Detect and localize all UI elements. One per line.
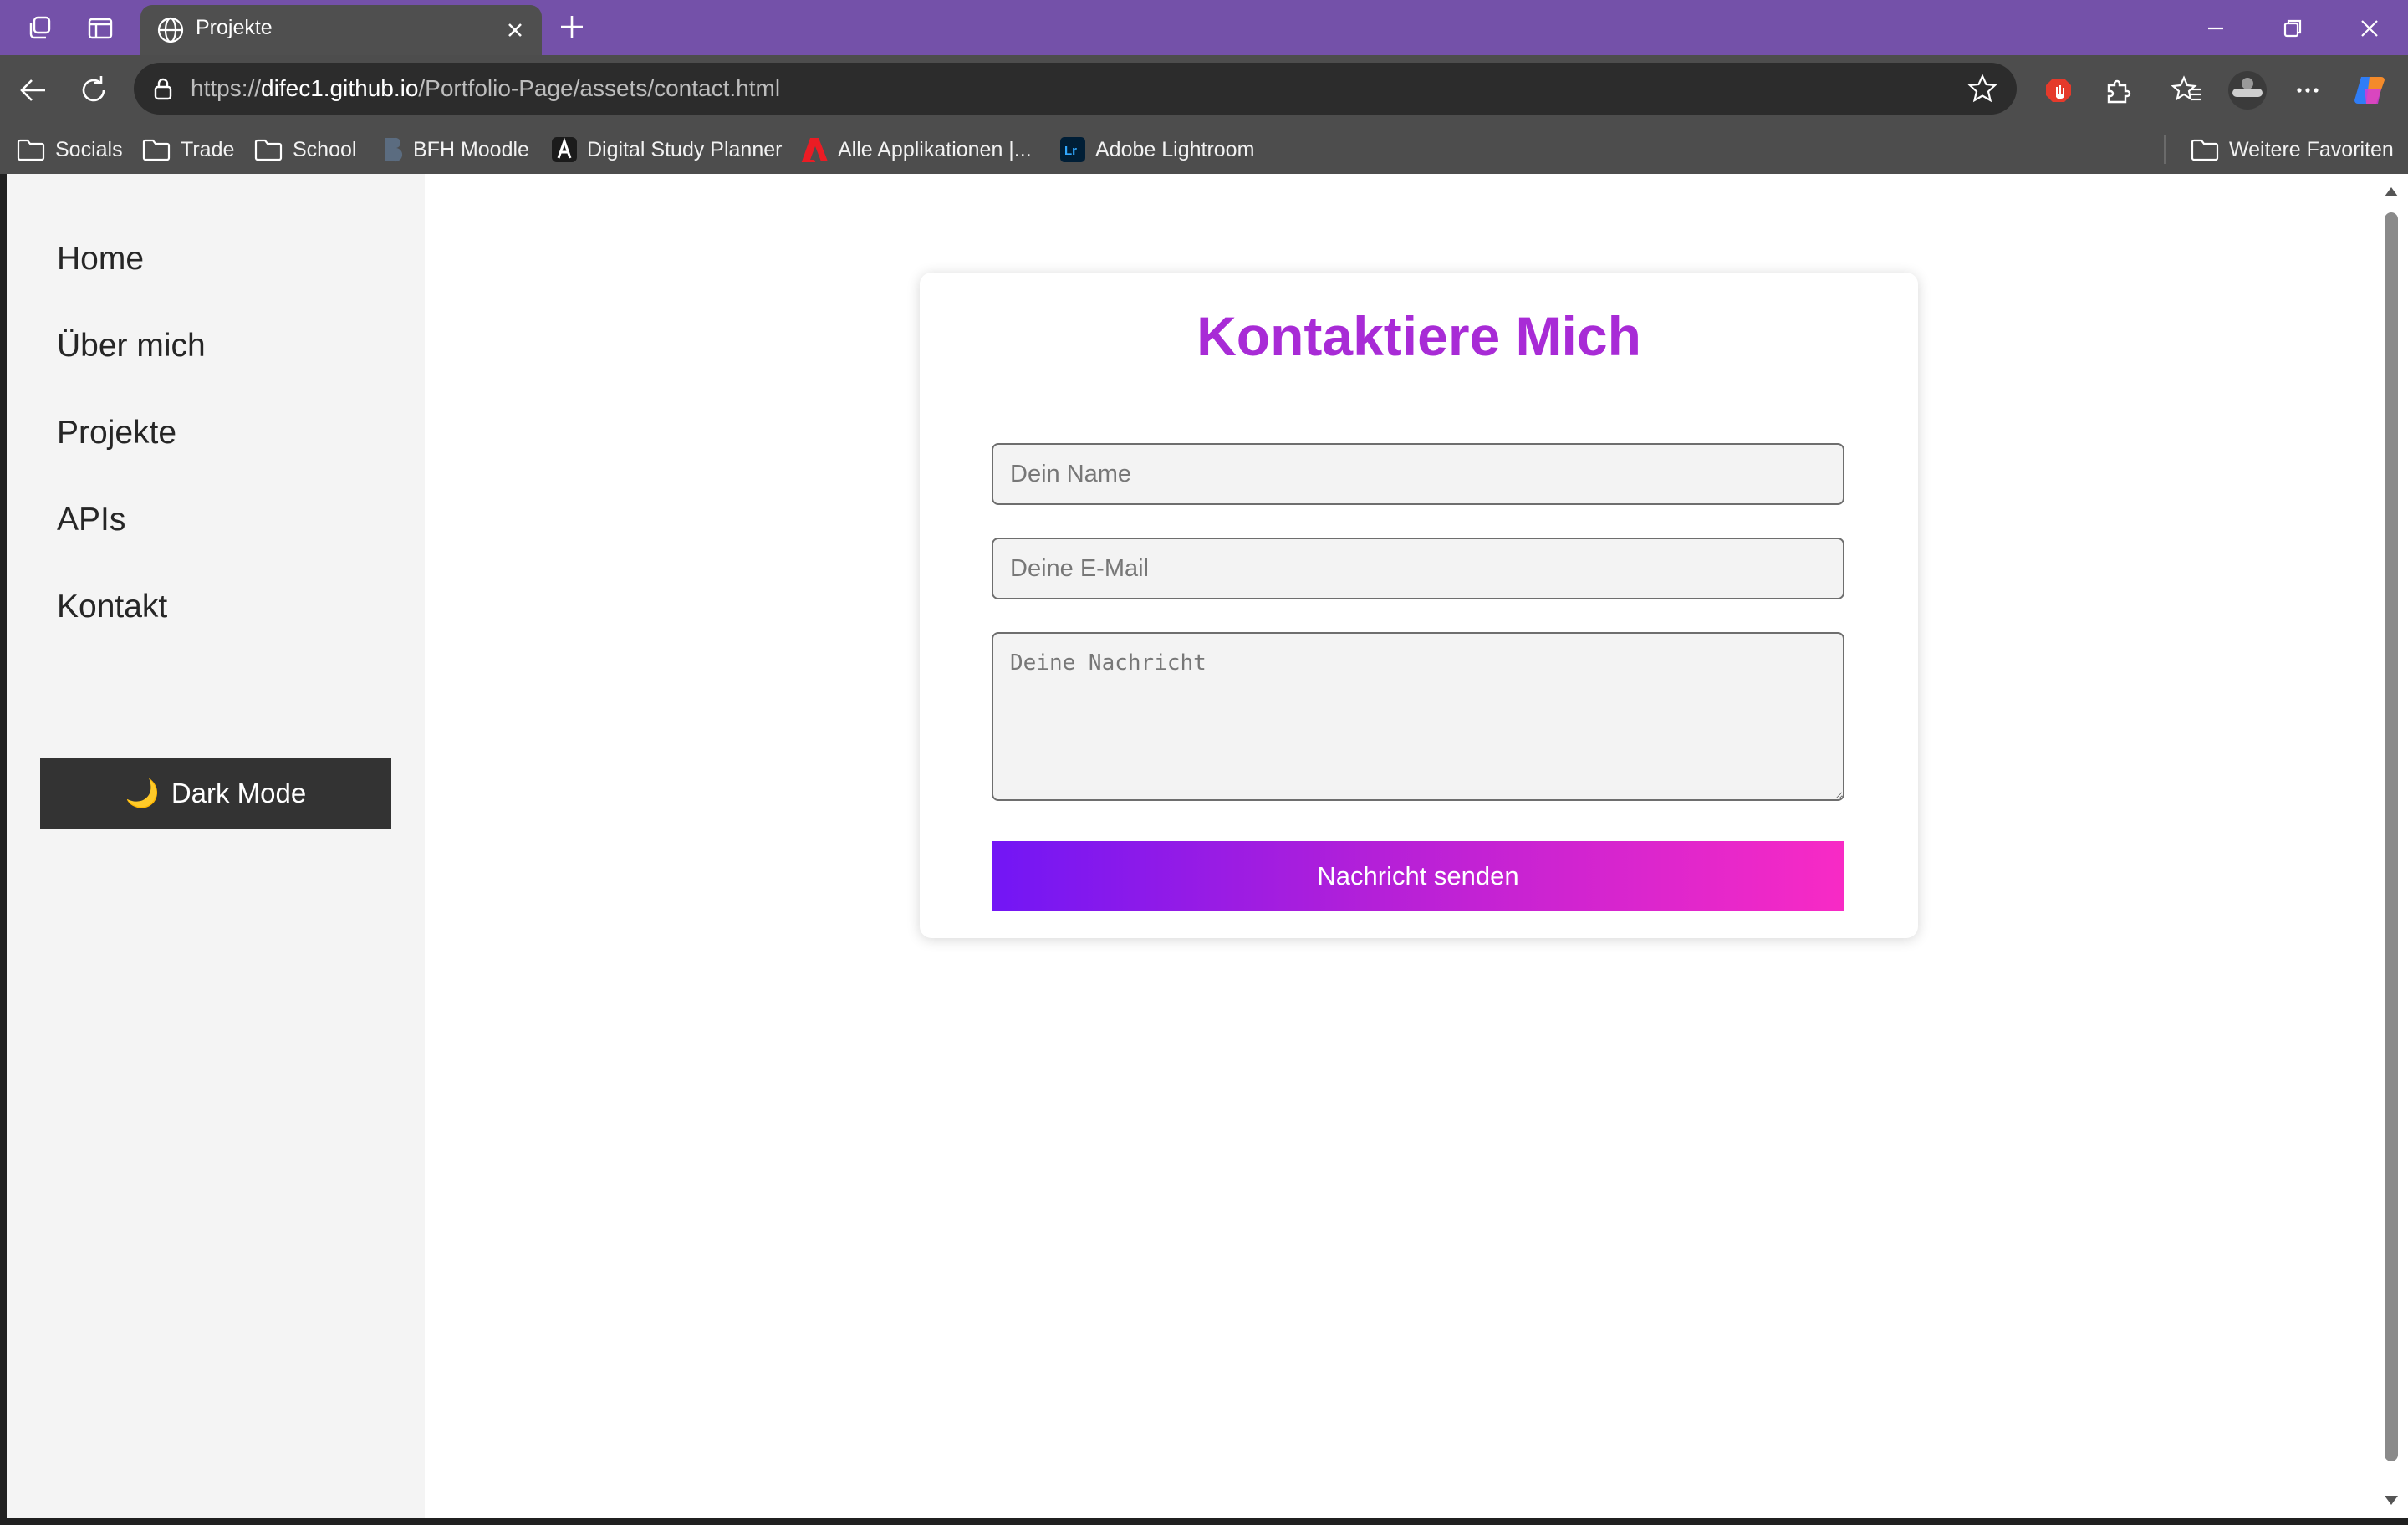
folder-icon: [2191, 139, 2219, 161]
name-field[interactable]: [992, 443, 1844, 505]
bookmark-label: Digital Study Planner: [587, 137, 783, 161]
bookmark-label: Socials: [55, 137, 123, 161]
contact-card: Kontaktiere Mich Nachricht senden: [920, 273, 1918, 938]
svg-text:Lr: Lr: [1064, 144, 1077, 158]
minimize-icon[interactable]: [2197, 10, 2234, 47]
sidebar-item-ueber-mich[interactable]: Über mich: [57, 328, 206, 365]
bookmark-label: BFH Moodle: [413, 137, 529, 161]
sidebar: Home Über mich Projekte APIs Kontakt 🌙 D…: [7, 174, 425, 1518]
more-options-icon[interactable]: [2288, 70, 2328, 110]
bookmark-label: School: [293, 137, 357, 161]
bookmark-digital-study-planner[interactable]: Digital Study Planner: [552, 134, 782, 166]
dark-mode-button[interactable]: 🌙 Dark Mode: [40, 758, 391, 829]
bookmark-socials[interactable]: Socials: [17, 134, 123, 166]
bookmark-other-favorites[interactable]: Weitere Favoriten: [2191, 134, 2394, 166]
send-message-button[interactable]: Nachricht senden: [992, 841, 1844, 911]
page-scrollbar[interactable]: [2375, 174, 2408, 1518]
bookmark-label: Alle Applikationen |...: [838, 137, 1032, 161]
bookmark-trade[interactable]: Trade: [142, 134, 234, 166]
folder-icon: [254, 139, 283, 161]
sidebar-item-kontakt[interactable]: Kontakt: [57, 589, 167, 625]
reload-icon[interactable]: [75, 72, 112, 109]
page-viewport: Home Über mich Projekte APIs Kontakt 🌙 D…: [7, 174, 2375, 1518]
tab-title: Projekte: [196, 16, 273, 39]
ad-blocker-icon[interactable]: [2038, 70, 2079, 110]
workspaces-icon[interactable]: [23, 12, 57, 45]
bookmark-alle-applikationen[interactable]: Alle Applikationen |...: [801, 134, 1032, 166]
url-scheme: https://: [191, 75, 262, 101]
bookmark-label: Trade: [181, 137, 235, 161]
bookmark-label: Weitere Favoriten: [2229, 137, 2394, 161]
message-field[interactable]: [992, 632, 1844, 801]
folder-icon: [17, 139, 45, 161]
url-text[interactable]: https://difec1.github.io/Portfolio-Page/…: [191, 75, 780, 102]
globe-icon: [157, 17, 184, 43]
back-icon[interactable]: [15, 72, 52, 109]
sidebar-item-projekte[interactable]: Projekte: [57, 415, 176, 451]
lock-icon[interactable]: [149, 74, 177, 103]
bookmark-label: Adobe Lightroom: [1095, 137, 1255, 161]
sidebar-item-home[interactable]: Home: [57, 241, 144, 278]
dark-mode-label: Dark Mode: [171, 778, 307, 808]
folder-icon: [142, 139, 171, 161]
moon-icon: 🌙: [125, 777, 160, 808]
profile-avatar[interactable]: [2227, 70, 2268, 110]
extensions-icon[interactable]: [2099, 70, 2139, 110]
scrollbar-thumb[interactable]: [2385, 212, 2398, 1461]
browser-titlebar: Projekte: [0, 0, 2408, 57]
restore-icon[interactable]: [2274, 10, 2311, 47]
copilot-icon[interactable]: [2351, 70, 2391, 110]
scroll-down-icon[interactable]: [2383, 1492, 2400, 1508]
tab-projekte[interactable]: Projekte: [140, 5, 542, 57]
sidebar-item-apis[interactable]: APIs: [57, 502, 125, 538]
bookmark-school[interactable]: School: [254, 134, 356, 166]
favorite-star-icon[interactable]: [1967, 73, 1998, 105]
email-field[interactable]: [992, 538, 1844, 599]
moodle-icon: [385, 137, 403, 162]
window-close-icon[interactable]: [2351, 10, 2388, 47]
favorites-icon[interactable]: [2167, 70, 2207, 110]
lightroom-icon: Lr: [1060, 137, 1085, 162]
url-host: difec1.github.io: [261, 75, 419, 101]
address-bar[interactable]: https://difec1.github.io/Portfolio-Page/…: [134, 63, 2017, 115]
adobe-icon: [801, 138, 828, 162]
bookmark-adobe-lightroom[interactable]: Lr Adobe Lightroom: [1060, 134, 1254, 166]
new-tab-icon[interactable]: [555, 10, 589, 43]
url-path: /Portfolio-Page/assets/contact.html: [418, 75, 781, 101]
scroll-up-icon[interactable]: [2383, 184, 2400, 201]
study-planner-icon: [552, 137, 577, 162]
browser-toolbar: https://difec1.github.io/Portfolio-Page/…: [0, 55, 2408, 125]
bookmark-bfh-moodle[interactable]: BFH Moodle: [381, 134, 529, 166]
bookmark-separator: [2164, 135, 2166, 164]
bookmarks-bar: Socials Trade School BFH Moodle Digital …: [0, 125, 2408, 174]
page-title: Kontaktiere Mich: [1196, 305, 1641, 367]
close-icon[interactable]: [500, 15, 530, 45]
vertical-tabs-icon[interactable]: [84, 12, 117, 45]
